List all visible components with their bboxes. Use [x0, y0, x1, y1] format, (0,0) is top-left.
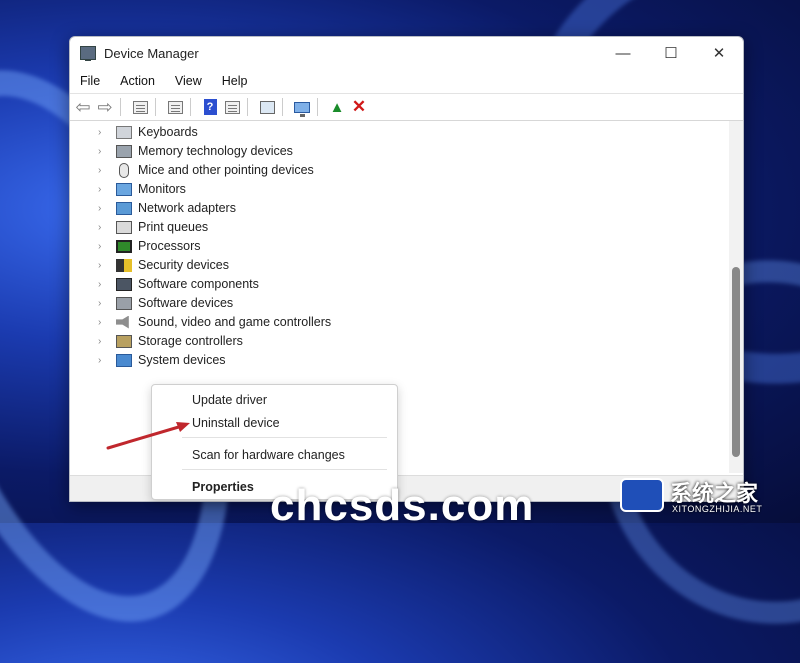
menu-view[interactable]: View: [165, 71, 212, 91]
memory-card-icon: [116, 144, 132, 158]
chevron-right-icon[interactable]: ›: [98, 241, 110, 252]
printer-icon: [116, 220, 132, 234]
tree-item-label: Processors: [138, 239, 201, 253]
toolbar-divider: [282, 98, 283, 116]
menu-help[interactable]: Help: [212, 71, 258, 91]
tree-item-system[interactable]: › System devices: [98, 351, 226, 369]
menu-action[interactable]: Action: [110, 71, 165, 91]
menu-separator: [182, 437, 387, 438]
menu-file[interactable]: File: [70, 71, 110, 91]
tree-item-label: Memory technology devices: [138, 144, 293, 158]
tree-item-software-components[interactable]: › Software components: [98, 275, 259, 293]
chevron-right-icon[interactable]: ›: [98, 355, 110, 366]
update-driver-menu-item[interactable]: Update driver: [192, 393, 267, 407]
speaker-icon: [116, 315, 129, 329]
storage-icon: [116, 334, 132, 348]
uninstall-device-menu-item[interactable]: Uninstall device: [192, 416, 280, 430]
system-icon: [116, 353, 132, 367]
forward-arrow-icon[interactable]: ⇨: [96, 98, 114, 116]
chevron-right-icon[interactable]: ›: [98, 203, 110, 214]
uninstall-device-icon[interactable]: ✕: [350, 97, 368, 116]
tree-item-label: Mice and other pointing devices: [138, 163, 314, 177]
device-manager-icon: [80, 46, 96, 61]
tree-item-label: Network adapters: [138, 201, 236, 215]
security-key-icon: [116, 258, 132, 272]
tree-item-label: Keyboards: [138, 125, 198, 139]
scan-hardware-menu-item[interactable]: Scan for hardware changes: [192, 448, 345, 462]
chevron-right-icon[interactable]: ›: [98, 336, 110, 347]
chevron-right-icon[interactable]: ›: [98, 127, 110, 138]
house-logo-icon: [620, 478, 664, 512]
window-controls: — ☐ ✕: [599, 37, 743, 69]
tree-item-label: Software components: [138, 277, 259, 291]
tree-item-memory[interactable]: › Memory technology devices: [98, 142, 293, 160]
toolbar-divider: [120, 98, 121, 116]
update-view-icon[interactable]: [223, 98, 241, 116]
watermark-logo: 系统之家 XITONGZHIJIA.NET: [620, 474, 798, 520]
tree-item-label: Software devices: [138, 296, 234, 310]
watermark-en: XITONGZHIJIA.NET: [672, 504, 763, 514]
tree-item-sound[interactable]: › Sound, video and game controllers: [98, 313, 331, 331]
chevron-right-icon[interactable]: ›: [98, 260, 110, 271]
toolbar-divider: [317, 98, 318, 116]
mouse-icon: [119, 162, 129, 178]
toolbar-divider: [190, 98, 191, 116]
chevron-right-icon[interactable]: ›: [98, 165, 110, 176]
tree-item-label: System devices: [138, 353, 226, 367]
properties-icon[interactable]: [131, 98, 149, 116]
vertical-scrollbar[interactable]: [729, 121, 743, 473]
menu-separator: [182, 469, 387, 470]
tree-item-network[interactable]: › Network adapters: [98, 199, 236, 217]
tree-item-software-devices[interactable]: › Software devices: [98, 294, 233, 312]
window-title: Device Manager: [104, 45, 199, 61]
tree-item-label: Sound, video and game controllers: [138, 315, 332, 329]
chevron-right-icon[interactable]: ›: [98, 146, 110, 157]
watermark-domain: chcsds.com: [270, 481, 535, 530]
back-arrow-icon[interactable]: ⇦: [74, 98, 92, 116]
chevron-right-icon[interactable]: ›: [98, 222, 110, 233]
properties-menu-item[interactable]: Properties: [192, 480, 254, 494]
tree-item-print-queues[interactable]: › Print queues: [98, 218, 208, 236]
keyboard-icon: [116, 125, 132, 139]
minimize-button[interactable]: —: [599, 37, 647, 69]
tree-item-label: Print queues: [138, 220, 209, 234]
tree-item-processors[interactable]: › Processors: [98, 237, 201, 255]
monitor-icon: [116, 182, 132, 196]
processor-icon: [116, 239, 132, 253]
chevron-right-icon[interactable]: ›: [98, 298, 110, 309]
help-icon[interactable]: ?: [201, 98, 219, 116]
maximize-button[interactable]: ☐: [647, 37, 695, 69]
close-button[interactable]: ✕: [695, 37, 743, 69]
network-adapter-icon: [116, 201, 132, 215]
tree-item-label: Storage controllers: [138, 334, 243, 348]
software-component-icon: [116, 277, 132, 291]
tree-item-security[interactable]: › Security devices: [98, 256, 229, 274]
chevron-right-icon[interactable]: ›: [98, 184, 110, 195]
menu-bar: File Action View Help: [70, 71, 258, 91]
tree-item-storage[interactable]: › Storage controllers: [98, 332, 243, 350]
tree-item-monitors[interactable]: › Monitors: [98, 180, 186, 198]
software-device-icon: [116, 296, 132, 310]
title-bar[interactable]: Device Manager — ☐ ✕: [70, 37, 743, 69]
chevron-right-icon[interactable]: ›: [98, 279, 110, 290]
enable-device-icon[interactable]: ▲: [328, 98, 346, 116]
toolbar-divider: [247, 98, 248, 116]
toolbar: ⇦ ⇨ ? ▲ ✕: [70, 93, 743, 121]
scan-hardware-icon[interactable]: [258, 98, 276, 116]
tree-item-label: Security devices: [138, 258, 230, 272]
annotation-arrow-icon: [106, 422, 190, 450]
toolbar-divider: [155, 98, 156, 116]
scrollbar-thumb[interactable]: [732, 267, 740, 457]
tree-item-mice[interactable]: › Mice and other pointing devices: [98, 161, 314, 179]
tree-item-label: Monitors: [138, 182, 186, 196]
monitor-icon[interactable]: [293, 98, 311, 117]
tree-item-keyboards[interactable]: › Keyboards: [98, 123, 198, 141]
show-hidden-icon[interactable]: [166, 98, 184, 116]
chevron-right-icon[interactable]: ›: [98, 317, 110, 328]
